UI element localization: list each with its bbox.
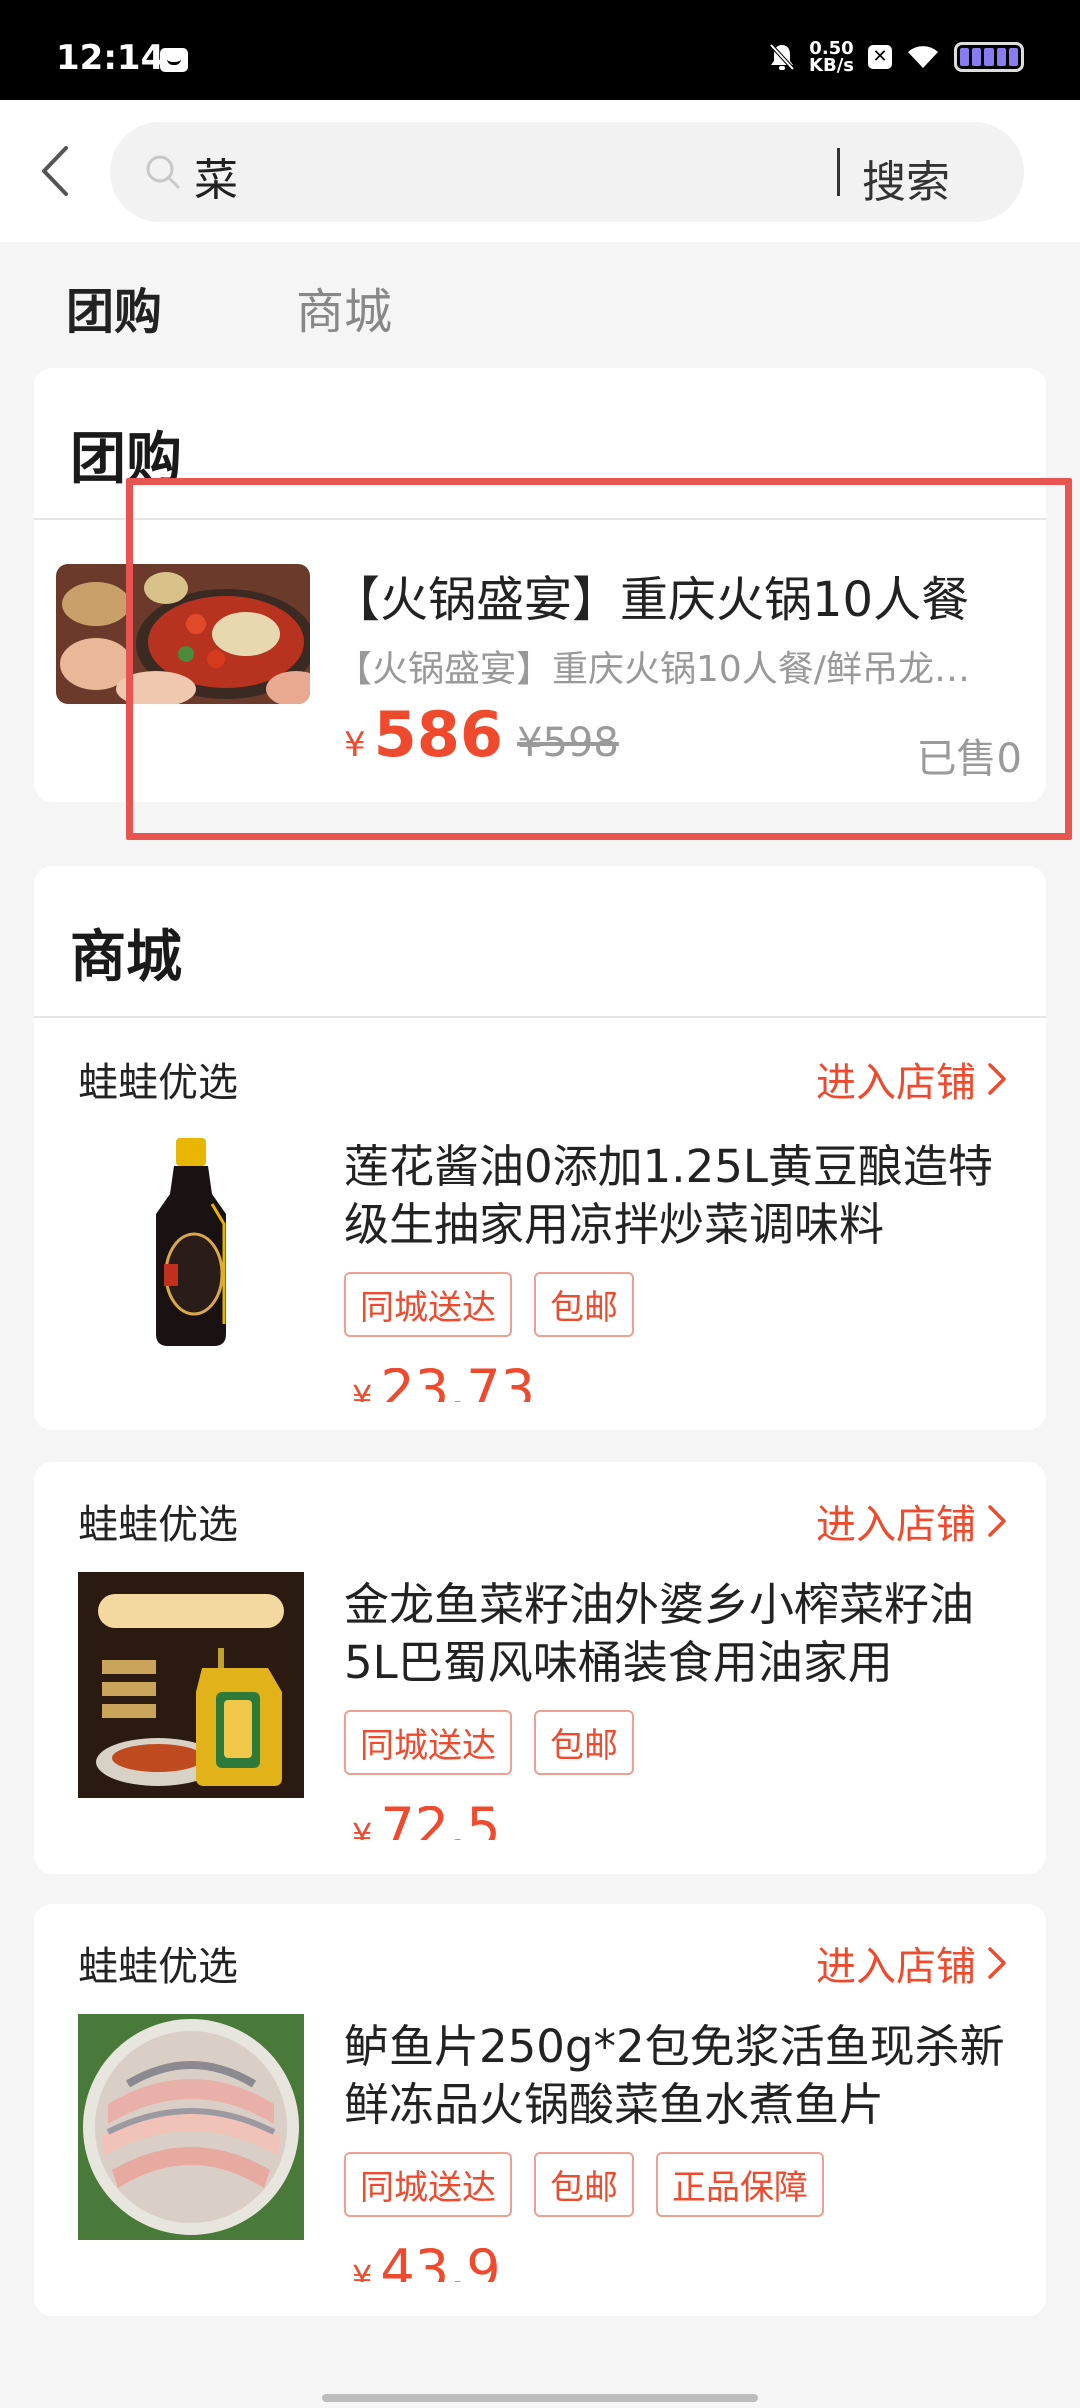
shop-name: 蛙蛙优选 xyxy=(78,1060,238,1106)
mall-section: 商城 蛙蛙优选 进入店铺 莲花酱油0添加1.25L黄豆酿造特级生抽家用凉拌炒菜调… xyxy=(34,866,1046,1430)
tag-free-shipping: 包邮 xyxy=(534,1710,634,1775)
search-button[interactable]: 搜索 xyxy=(862,146,950,210)
shop-name: 蛙蛙优选 xyxy=(78,1944,238,1990)
mall-section-title: 商城 xyxy=(70,925,182,990)
product-name[interactable]: 莲花酱油0添加1.25L黄豆酿造特级生抽家用凉拌炒菜调味料 xyxy=(344,1138,1024,1254)
product-name[interactable]: 金龙鱼菜籽油外婆乡小榨菜籽油5L巴蜀风味桶装食用油家用 xyxy=(344,1576,1024,1692)
tag-free-shipping: 包邮 xyxy=(534,1272,634,1337)
product-price: ¥23.73 xyxy=(352,1368,535,1402)
tag-free-shipping: 包邮 xyxy=(534,2152,634,2217)
message-icon xyxy=(160,48,188,72)
enter-shop-link[interactable]: 进入店铺 xyxy=(816,1050,1010,1108)
tag-same-city: 同城送达 xyxy=(344,1272,512,1337)
product-price-value: 43.9 xyxy=(380,2248,501,2282)
rapeseed-oil-image[interactable] xyxy=(78,1572,304,1798)
group-buy-description: 【火锅盛宴】重庆火锅10人餐/鲜吊龙… xyxy=(336,649,970,690)
product-name[interactable]: 鲈鱼片250g*2包免浆活鱼现杀新鲜冻品火锅酸菜鱼水煮鱼片 xyxy=(344,2018,1024,2134)
battery-icon xyxy=(954,42,1024,72)
enter-shop-label: 进入店铺 xyxy=(816,1502,976,1548)
soy-sauce-image[interactable] xyxy=(78,1134,304,1360)
enter-shop-label: 进入店铺 xyxy=(816,1060,976,1106)
bell-muted-icon xyxy=(769,43,795,71)
search-icon xyxy=(146,155,180,189)
chevron-right-icon xyxy=(988,1063,1006,1095)
shop-name: 蛙蛙优选 xyxy=(78,1502,238,1548)
app-notification-icon: ✕ xyxy=(868,45,892,69)
group-buy-original-price: ¥598 xyxy=(517,720,619,766)
product-price: ¥72.5 xyxy=(352,1806,501,1840)
group-buy-price-row: ¥ 586 ¥598 xyxy=(344,698,619,771)
network-speed: 0.50 KB/s xyxy=(809,40,854,76)
chevron-right-icon xyxy=(988,1947,1006,1979)
search-bar[interactable]: 菜 搜索 xyxy=(110,122,1024,222)
group-buy-section: 团购 【火锅盛宴】重庆火锅10人餐 【火锅盛宴】重庆火锅10人餐/鲜吊龙… ¥ xyxy=(34,368,1046,802)
search-header: 菜 搜索 xyxy=(0,100,1080,242)
result-tabs: 团购 商城 xyxy=(0,242,1080,362)
group-buy-sold-count: 已售0 xyxy=(916,736,1022,782)
product-price: ¥43.9 xyxy=(352,2248,501,2282)
search-divider xyxy=(837,148,840,196)
back-arrow-icon xyxy=(42,146,68,196)
product-price-value: 23.73 xyxy=(380,1368,535,1402)
product-tags: 同城送达 包邮 xyxy=(344,1710,634,1775)
currency-symbol: ¥ xyxy=(352,1378,373,1402)
product-tags: 同城送达 包邮 xyxy=(344,1272,634,1337)
chevron-right-icon xyxy=(988,1505,1006,1537)
currency-symbol: ¥ xyxy=(344,725,366,765)
product-price-value: 72.5 xyxy=(380,1806,501,1840)
status-icons: 0.50 KB/s ✕ xyxy=(769,40,1024,76)
currency-symbol: ¥ xyxy=(352,1816,373,1840)
tab-mall[interactable]: 商城 xyxy=(296,272,392,342)
enter-shop-link[interactable]: 进入店铺 xyxy=(816,1492,1010,1550)
tag-authentic: 正品保障 xyxy=(656,2152,824,2217)
group-buy-price: 586 xyxy=(373,698,504,771)
wifi-icon xyxy=(908,46,938,68)
tag-same-city: 同城送达 xyxy=(344,2152,512,2217)
back-button[interactable] xyxy=(22,136,92,206)
network-speed-unit: KB/s xyxy=(809,55,854,76)
status-bar: 12:14 0.50 KB/s ✕ xyxy=(0,0,1080,100)
shop-card: 蛙蛙优选 进入店铺 鲈鱼片250g*2包免浆活鱼现杀新鲜冻品火锅酸菜鱼水煮鱼片 … xyxy=(34,1904,1046,2316)
group-buy-name: 【火锅盛宴】重庆火锅10人餐 xyxy=(332,572,970,628)
hotpot-image xyxy=(56,564,310,704)
group-buy-item[interactable]: 【火锅盛宴】重庆火锅10人餐 【火锅盛宴】重庆火锅10人餐/鲜吊龙… ¥ 586… xyxy=(34,520,1046,802)
tab-group-buy[interactable]: 团购 xyxy=(66,272,162,342)
shop-card: 蛙蛙优选 进入店铺 金龙鱼菜籽油外婆乡小榨菜籽油5L巴蜀风味桶装食用油家用 同城… xyxy=(34,1462,1046,1874)
status-time: 12:14 xyxy=(56,38,165,78)
enter-shop-link[interactable]: 进入店铺 xyxy=(816,1934,1010,1992)
product-tags: 同城送达 包邮 正品保障 xyxy=(344,2152,824,2217)
divider xyxy=(34,1016,1046,1018)
home-indicator[interactable] xyxy=(322,2394,758,2402)
group-buy-section-title: 团购 xyxy=(70,427,182,492)
tag-same-city: 同城送达 xyxy=(344,1710,512,1775)
search-input[interactable]: 菜 xyxy=(194,144,238,208)
fish-fillet-image[interactable] xyxy=(78,2014,304,2240)
enter-shop-label: 进入店铺 xyxy=(816,1944,976,1990)
currency-symbol: ¥ xyxy=(352,2258,373,2282)
